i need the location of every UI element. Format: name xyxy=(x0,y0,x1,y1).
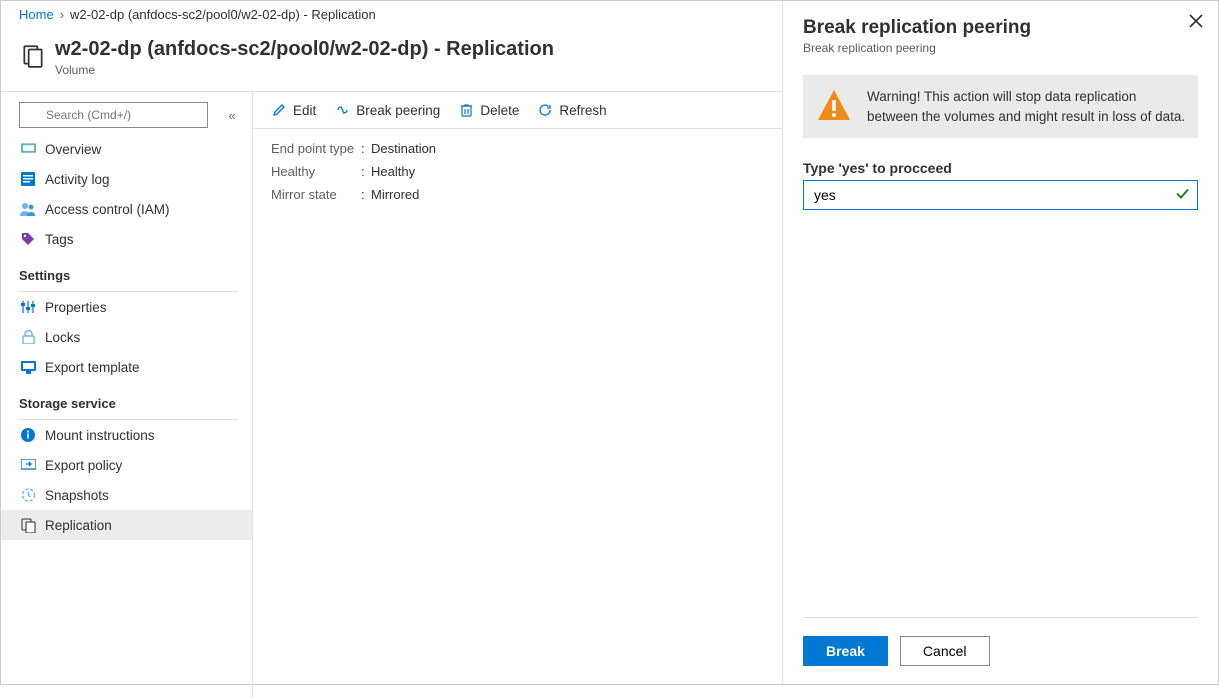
breadcrumb-current: w2-02-dp (anfdocs-sc2/pool0/w2-02-dp) - … xyxy=(70,7,376,22)
page-title: w2-02-dp (anfdocs-sc2/pool0/w2-02-dp) - … xyxy=(55,38,554,61)
volume-icon xyxy=(19,42,47,70)
toolbar-label: Refresh xyxy=(559,103,606,118)
break-button[interactable]: Break xyxy=(803,636,888,666)
tags-icon xyxy=(19,231,37,247)
sidebar-item-overview[interactable]: Overview xyxy=(1,134,252,164)
detail-label-endpoint: End point type xyxy=(271,141,361,156)
panel-footer: Break Cancel xyxy=(803,617,1198,666)
sidebar-item-label: Mount instructions xyxy=(45,428,155,443)
sidebar-item-label: Export policy xyxy=(45,458,122,473)
replication-icon xyxy=(19,517,37,533)
toolbar-label: Break peering xyxy=(356,103,440,118)
sidebar-item-tags[interactable]: Tags xyxy=(1,224,252,254)
sidebar-item-properties[interactable]: Properties xyxy=(1,292,252,322)
sidebar-item-label: Export template xyxy=(45,360,140,375)
break-peering-button[interactable]: Break peering xyxy=(334,102,440,118)
sidebar-item-replication[interactable]: Replication xyxy=(1,510,252,540)
sidebar-item-label: Properties xyxy=(45,300,107,315)
search-input[interactable] xyxy=(19,102,208,128)
access-control-icon xyxy=(19,201,37,217)
sidebar-item-activity-log[interactable]: Activity log xyxy=(1,164,252,194)
export-template-icon xyxy=(19,359,37,375)
sidebar-item-access-control[interactable]: Access control (IAM) xyxy=(1,194,252,224)
locks-icon xyxy=(19,329,37,345)
panel-title: Break replication peering xyxy=(803,17,1198,39)
toolbar-label: Delete xyxy=(480,103,519,118)
detail-label-mirror: Mirror state xyxy=(271,187,361,202)
panel-subtitle: Break replication peering xyxy=(803,41,1198,55)
activity-log-icon xyxy=(19,171,37,187)
confirm-input[interactable] xyxy=(803,180,1198,210)
refresh-icon xyxy=(537,102,553,118)
sidebar-item-label: Activity log xyxy=(45,172,110,187)
pencil-icon xyxy=(271,102,287,118)
sidebar-item-snapshots[interactable]: Snapshots xyxy=(1,480,252,510)
sidebar-item-export-template[interactable]: Export template xyxy=(1,352,252,382)
close-panel-button[interactable] xyxy=(1188,13,1204,34)
sidebar-section-storage: Storage service xyxy=(1,382,252,415)
overview-icon xyxy=(19,141,37,157)
check-icon xyxy=(1174,186,1190,205)
collapse-sidebar-button[interactable]: « xyxy=(222,108,242,123)
break-replication-panel: Break replication peering Break replicat… xyxy=(782,1,1218,684)
info-icon xyxy=(19,427,37,443)
sidebar-item-label: Snapshots xyxy=(45,488,109,503)
confirm-field-label: Type 'yes' to procceed xyxy=(803,160,1198,176)
detail-value-endpoint: Destination xyxy=(371,141,436,156)
page-subtitle: Volume xyxy=(55,63,554,77)
detail-value-healthy: Healthy xyxy=(371,164,415,179)
detail-value-mirror: Mirrored xyxy=(371,187,419,202)
detail-label-healthy: Healthy xyxy=(271,164,361,179)
toolbar-label: Edit xyxy=(293,103,316,118)
sidebar-item-mount-instructions[interactable]: Mount instructions xyxy=(1,420,252,450)
sidebar-item-label: Overview xyxy=(45,142,101,157)
sidebar-item-locks[interactable]: Locks xyxy=(1,322,252,352)
break-icon xyxy=(334,102,350,118)
warning-banner: Warning! This action will stop data repl… xyxy=(803,75,1198,138)
warning-text: Warning! This action will stop data repl… xyxy=(867,87,1186,126)
properties-icon xyxy=(19,299,37,315)
cancel-button[interactable]: Cancel xyxy=(900,636,990,666)
sidebar: « Overview Activity log Access control (… xyxy=(1,92,253,697)
sidebar-item-label: Tags xyxy=(45,232,74,247)
refresh-button[interactable]: Refresh xyxy=(537,102,606,118)
sidebar-item-label: Access control (IAM) xyxy=(45,202,170,217)
export-policy-icon xyxy=(19,457,37,473)
sidebar-item-label: Replication xyxy=(45,518,112,533)
delete-button[interactable]: Delete xyxy=(458,102,519,118)
sidebar-item-export-policy[interactable]: Export policy xyxy=(1,450,252,480)
edit-button[interactable]: Edit xyxy=(271,102,316,118)
breadcrumb-home[interactable]: Home xyxy=(19,7,54,22)
warning-icon xyxy=(815,87,853,125)
sidebar-item-label: Locks xyxy=(45,330,80,345)
trash-icon xyxy=(458,102,474,118)
breadcrumb-separator: › xyxy=(60,7,64,22)
snapshots-icon xyxy=(19,487,37,503)
sidebar-section-settings: Settings xyxy=(1,254,252,287)
